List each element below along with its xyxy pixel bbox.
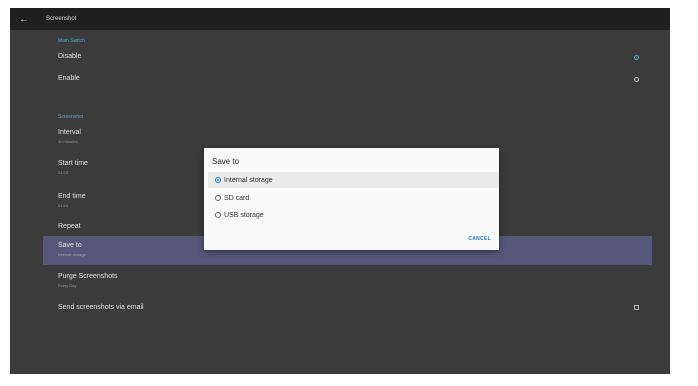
dialog-title: Save to bbox=[212, 157, 240, 166]
enable-radio[interactable] bbox=[634, 77, 639, 82]
settings-screen: ← Screenshot Main Switch Disable Enable … bbox=[10, 8, 670, 374]
purge-value: Every Day bbox=[58, 283, 77, 288]
screenshot-category: Screenshot bbox=[58, 114, 84, 120]
option-label: USB storage bbox=[224, 211, 264, 219]
send-email-title: Send screenshots via email bbox=[58, 304, 144, 311]
back-arrow-icon[interactable]: ← bbox=[10, 14, 38, 25]
option-usb-storage[interactable]: USB storage bbox=[208, 207, 499, 223]
send-email-checkbox[interactable] bbox=[634, 305, 639, 310]
interval-title: Interval bbox=[58, 129, 81, 136]
disable-row[interactable]: Disable bbox=[10, 48, 670, 70]
end-time-title: End time bbox=[58, 193, 86, 200]
radio-selected-icon bbox=[215, 177, 221, 183]
end-time-value: 01:24 bbox=[58, 203, 69, 208]
purge-row[interactable]: Purge Screenshots Every Day bbox=[10, 268, 670, 296]
main-switch-category: Main Switch bbox=[58, 38, 85, 44]
save-to-dialog: Save to Internal storage SD card USB sto… bbox=[204, 148, 499, 250]
enable-label: Enable bbox=[58, 75, 80, 82]
start-time-value: 01:23 bbox=[58, 170, 69, 175]
start-time-title: Start time bbox=[58, 160, 88, 167]
option-label: SD card bbox=[224, 194, 250, 202]
app-bar: ← Screenshot bbox=[10, 8, 670, 30]
radio-icon bbox=[215, 195, 221, 201]
send-email-row[interactable]: Send screenshots via email bbox=[10, 298, 670, 318]
app-title: Screenshot bbox=[46, 16, 77, 22]
cancel-button[interactable]: CANCEL bbox=[468, 236, 491, 242]
disable-label: Disable bbox=[58, 53, 82, 60]
enable-row[interactable]: Enable bbox=[10, 70, 670, 92]
option-label: Internal storage bbox=[224, 176, 273, 184]
save-to-value: Internal storage bbox=[58, 252, 86, 257]
interval-value: 30 minutes bbox=[58, 139, 78, 144]
option-internal-storage[interactable]: Internal storage bbox=[208, 172, 499, 188]
repeat-title: Repeat bbox=[58, 223, 81, 230]
option-sd-card[interactable]: SD card bbox=[208, 190, 499, 206]
save-to-title: Save to bbox=[58, 242, 82, 249]
purge-title: Purge Screenshots bbox=[58, 273, 118, 280]
radio-icon bbox=[215, 212, 221, 218]
disable-radio[interactable] bbox=[634, 55, 639, 60]
